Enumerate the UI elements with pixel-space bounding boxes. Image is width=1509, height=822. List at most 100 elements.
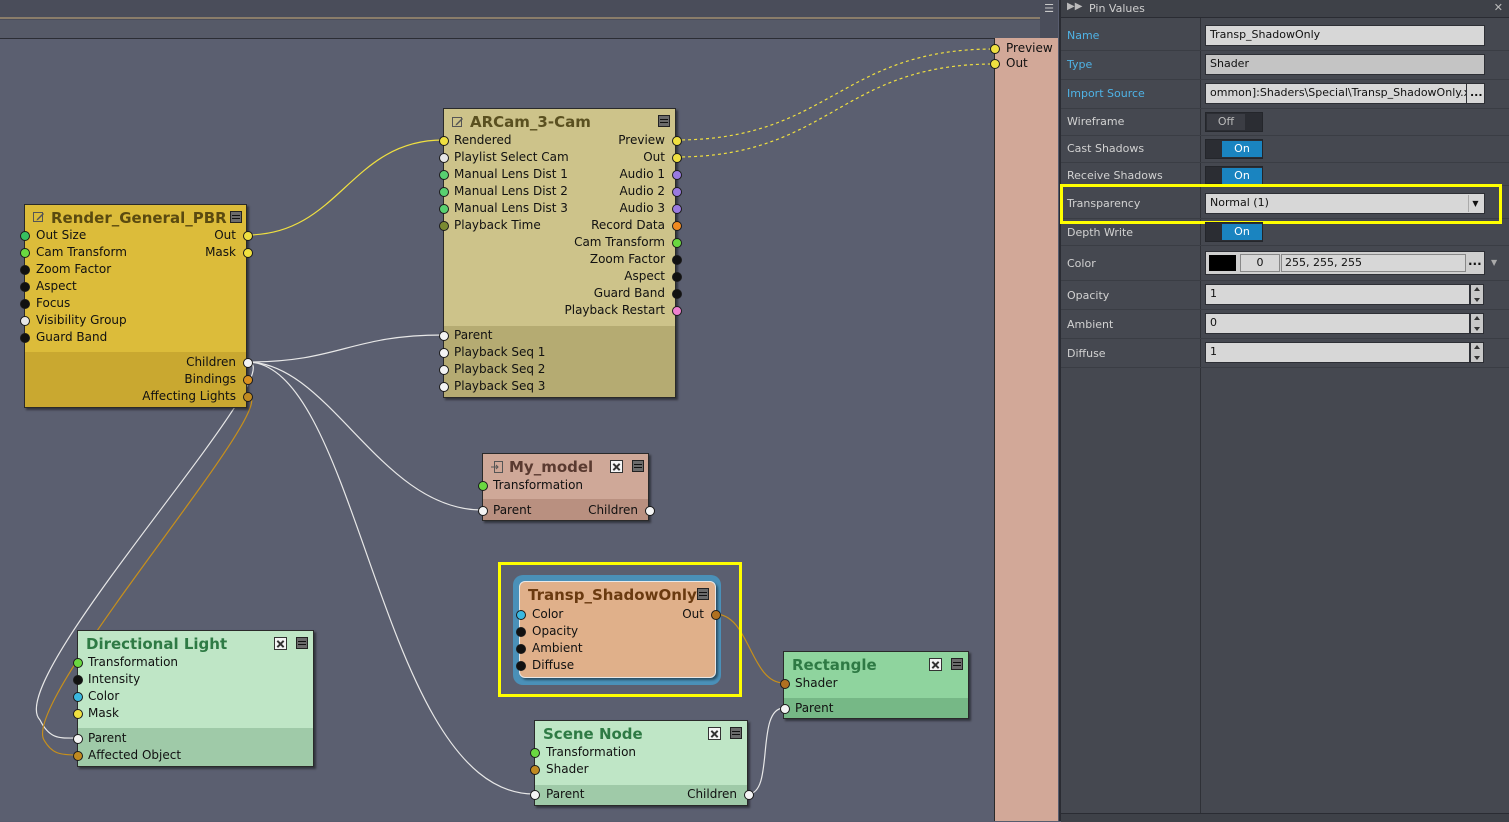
node-menu-icon[interactable] [730,727,742,739]
input-pin[interactable] [439,365,449,375]
input-pin[interactable] [73,658,83,668]
wireframe-value: Off [1207,114,1245,130]
ambient-field[interactable]: 0 [1205,313,1470,334]
input-pin[interactable] [530,765,540,775]
close-icon[interactable] [929,658,942,671]
out-pin[interactable] [990,59,1000,69]
output-pin[interactable] [672,153,682,163]
color-alpha[interactable]: 0 [1240,254,1280,272]
close-icon[interactable] [610,460,623,473]
node-menu-icon[interactable] [296,637,308,649]
output-pin[interactable] [744,790,754,800]
node-menu-icon[interactable] [951,658,963,670]
output-pin[interactable] [672,272,682,282]
name-label[interactable]: Name [1067,29,1099,42]
input-label: Opacity [532,624,579,638]
close-icon[interactable]: ✕ [1494,1,1503,14]
input-pin[interactable] [20,248,30,258]
input-pin[interactable] [439,382,449,392]
row-wireframe: Wireframe Off [1061,109,1509,136]
import-source-field[interactable]: ommon]:Shaders\Special\Transp_ShadowOnly… [1205,83,1467,104]
edit-icon[interactable] [452,116,464,128]
color-field[interactable]: 0 255, 255, 255 ... [1205,251,1485,275]
output-pin[interactable] [645,506,655,516]
output-pin[interactable] [672,170,682,180]
ambient-stepper[interactable] [1470,313,1484,334]
cast-shadows-toggle[interactable]: On [1205,139,1263,159]
input-pin[interactable] [20,231,30,241]
output-pin[interactable] [672,136,682,146]
input-pin[interactable] [73,692,83,702]
input-pin[interactable] [439,221,449,231]
output-pin[interactable] [672,255,682,265]
input-pin[interactable] [478,481,488,491]
input-pin[interactable] [439,204,449,214]
edit-icon[interactable] [33,211,45,223]
opacity-stepper[interactable] [1470,284,1484,305]
output-pin[interactable] [243,392,253,402]
input-pin[interactable] [73,675,83,685]
input-pin[interactable] [478,506,488,516]
node-menu-icon[interactable] [230,211,242,223]
input-pin[interactable] [439,170,449,180]
close-icon[interactable] [274,637,287,650]
input-pin[interactable] [20,316,30,326]
input-pin[interactable] [20,282,30,292]
node-graph-canvas[interactable]: ☰ Preview Out Render_General_PBR ARCam_3… [0,0,1058,821]
color-swatch[interactable] [1209,255,1236,271]
close-icon[interactable] [708,727,721,740]
directional-light-title: Directional Light [86,635,228,653]
opacity-field[interactable]: 1 [1205,284,1470,305]
expand-arrows-icon[interactable]: ▶▶ [1067,1,1082,12]
output-pin[interactable] [672,221,682,231]
node-menu-icon[interactable] [658,115,670,127]
input-pin[interactable] [20,299,30,309]
input-pin[interactable] [20,333,30,343]
output-label: Record Data [591,218,665,232]
input-pin[interactable] [439,153,449,163]
name-field[interactable]: Transp_ShadowOnly [1205,25,1485,46]
type-field[interactable]: Shader [1205,54,1485,75]
input-pin[interactable] [73,751,83,761]
color-picker-button[interactable]: ... [1468,252,1482,270]
input-pin[interactable] [516,610,526,620]
output-pin[interactable] [243,375,253,385]
receive-shadows-toggle[interactable]: On [1205,166,1263,184]
output-pin[interactable] [711,610,721,620]
type-label[interactable]: Type [1067,58,1092,71]
node-menu-icon[interactable] [632,460,644,472]
input-pin[interactable] [780,704,790,714]
output-pin[interactable] [672,306,682,316]
input-pin[interactable] [530,748,540,758]
input-pin[interactable] [73,709,83,719]
output-pin[interactable] [672,289,682,299]
chevron-down-icon[interactable]: ▼ [1491,258,1497,267]
browse-button[interactable]: ... [1466,83,1485,104]
transparency-select[interactable]: Normal (1) ▼ [1205,193,1485,214]
diffuse-stepper[interactable] [1470,342,1484,363]
input-pin[interactable] [516,661,526,671]
output-pin[interactable] [672,187,682,197]
wireframe-toggle[interactable]: Off [1205,112,1263,132]
input-pin[interactable] [439,331,449,341]
input-pin[interactable] [780,679,790,689]
input-pin[interactable] [530,790,540,800]
output-pin[interactable] [672,204,682,214]
output-pin[interactable] [243,248,253,258]
input-pin[interactable] [439,348,449,358]
color-rgb[interactable]: 255, 255, 255 [1281,254,1466,272]
depth-write-toggle[interactable]: On [1205,222,1263,242]
input-pin[interactable] [516,644,526,654]
input-pin[interactable] [439,136,449,146]
output-pin[interactable] [672,238,682,248]
input-pin[interactable] [439,187,449,197]
input-pin[interactable] [73,734,83,744]
import-source-label[interactable]: Import Source [1067,87,1145,100]
output-pin[interactable] [243,358,253,368]
node-menu-icon[interactable] [697,588,709,600]
input-pin[interactable] [516,627,526,637]
input-pin[interactable] [20,265,30,275]
diffuse-field[interactable]: 1 [1205,342,1470,363]
output-pin[interactable] [243,231,253,241]
preview-pin[interactable] [990,44,1000,54]
